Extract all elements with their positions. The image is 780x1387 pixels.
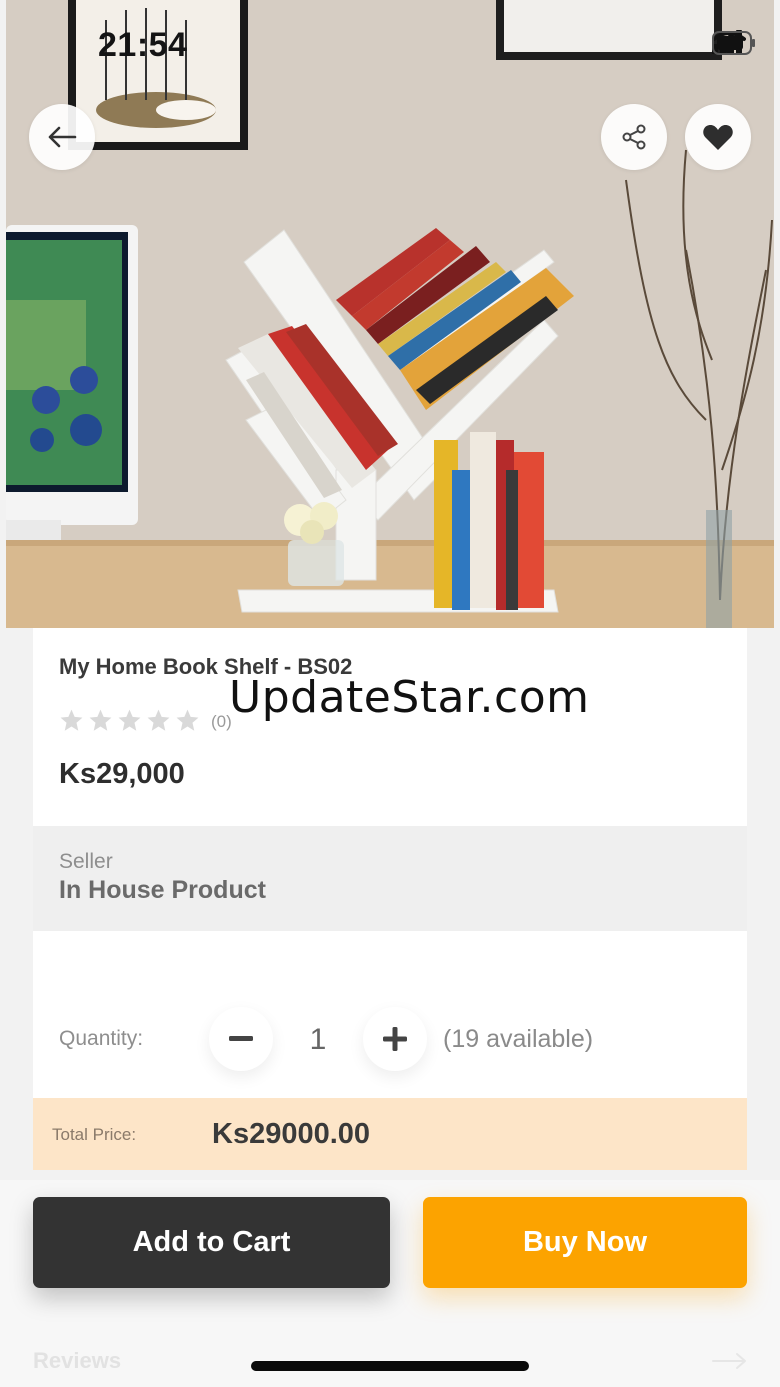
- seller-name: In House Product: [59, 876, 266, 904]
- total-price-value: Ks29000.00: [212, 1118, 371, 1150]
- share-icon: [622, 124, 646, 150]
- minus-icon: [229, 1036, 253, 1041]
- star-icon: [60, 709, 83, 731]
- quantity-value: 1: [309, 1023, 327, 1056]
- seller-section: Seller In House Product: [33, 826, 747, 931]
- arrow-right-icon[interactable]: [712, 1352, 748, 1370]
- reviews-label[interactable]: Reviews: [33, 1348, 121, 1374]
- quantity-decrease-button[interactable]: [209, 1007, 273, 1071]
- product-image: 21:54: [6, 0, 774, 628]
- star-icon: [118, 709, 141, 731]
- product-photo-illustration: [6, 0, 774, 628]
- home-indicator: [251, 1361, 529, 1371]
- quantity-section: Quantity: 1 (19 available): [33, 931, 747, 1098]
- seller-label: Seller: [59, 850, 113, 873]
- total-price-section: Total Price: Ks29000.00: [33, 1098, 747, 1170]
- rating-stars: [59, 708, 200, 733]
- star-icon: [147, 709, 170, 731]
- product-info-card: My Home Book Shelf - BS02 (0) Ks29,000 U…: [33, 628, 747, 826]
- plus-icon: [383, 1027, 407, 1051]
- watermark: UpdateStar.com: [229, 672, 590, 723]
- product-price: Ks29,000: [59, 758, 185, 790]
- total-price-label: Total Price:: [52, 1125, 137, 1144]
- quantity-increase-button[interactable]: [363, 1007, 427, 1071]
- share-button[interactable]: [601, 104, 667, 170]
- buy-now-button[interactable]: Buy Now: [423, 1197, 747, 1288]
- battery-icon: [712, 31, 755, 55]
- quantity-available: (19 available): [443, 1025, 594, 1053]
- star-icon: [89, 709, 112, 731]
- arrow-left-icon: [48, 126, 77, 148]
- add-to-cart-button[interactable]: Add to Cart: [33, 1197, 390, 1288]
- back-button[interactable]: [29, 104, 95, 170]
- favorite-button[interactable]: [685, 104, 751, 170]
- star-icon: [176, 709, 199, 731]
- status-time: 21:54: [98, 26, 188, 64]
- heart-icon: [703, 125, 733, 150]
- quantity-label: Quantity:: [59, 1027, 144, 1050]
